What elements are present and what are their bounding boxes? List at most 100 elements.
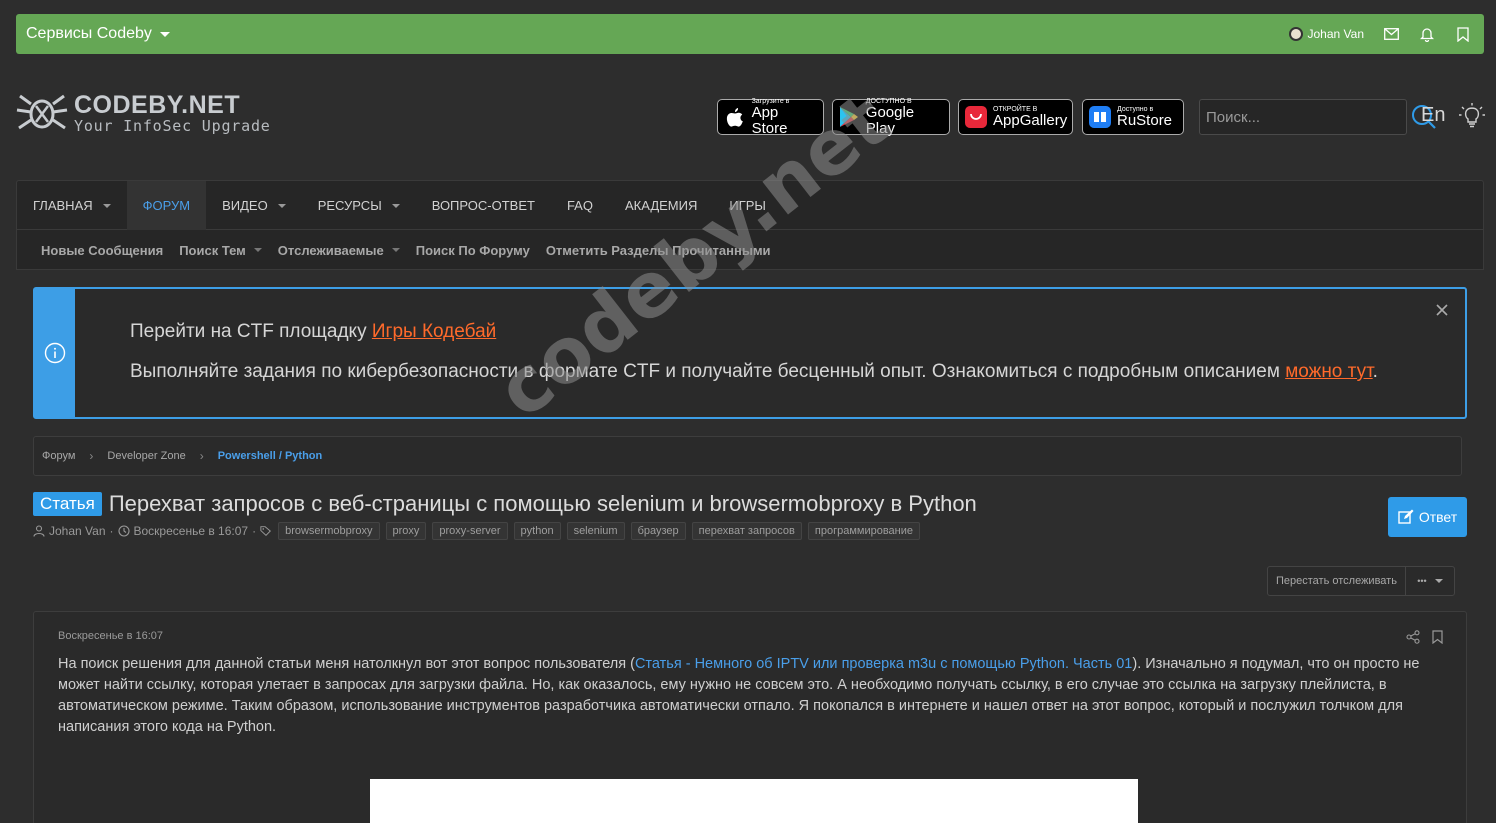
app-store-large: App Store — [751, 103, 788, 137]
appgallery-large: AppGallery — [993, 111, 1068, 129]
tab-home[interactable]: Главная — [17, 181, 127, 230]
tab-video[interactable]: Видео — [206, 181, 302, 230]
language-switch[interactable]: En — [1421, 104, 1445, 127]
quoted-article-link[interactable]: Статья - Немного об IPTV или проверка m3… — [635, 656, 1132, 672]
tab-label: Вопрос-ответ — [431, 198, 535, 213]
username: Johan Van — [1307, 27, 1365, 41]
post-text: На поиск решения для данной статьи меня … — [58, 656, 635, 672]
user-icon — [33, 525, 45, 537]
ctf-notice: Перейти на CTF площадку Игры Кодебай Вып… — [33, 287, 1467, 419]
tag[interactable]: proxy-server — [432, 522, 508, 540]
search-box — [1199, 99, 1436, 135]
sub-watched[interactable]: Отслеживаемые — [278, 243, 400, 258]
tag[interactable]: proxy — [385, 522, 427, 540]
user-menu[interactable]: Johan Van — [1288, 27, 1365, 41]
tab-label: Ресурсы — [317, 198, 382, 213]
clock-icon — [117, 525, 130, 537]
article-badge[interactable]: Статья — [33, 492, 102, 516]
services-title: Сервисы Codeby — [26, 25, 152, 42]
reply-button[interactable]: Ответ — [1388, 497, 1467, 537]
main-navigation: Главная Форум Видео Ресурсы Вопрос-ответ… — [16, 180, 1484, 270]
bell-icon[interactable] — [1418, 25, 1436, 43]
chevron-right-icon: › — [199, 449, 204, 463]
info-icon — [44, 342, 66, 364]
appgallery-badge[interactable]: ОТКРОЙТЕ В AppGallery — [958, 99, 1073, 135]
tab-forum[interactable]: Форум — [126, 181, 207, 230]
read-more-link[interactable]: можно тут — [1285, 361, 1372, 382]
post-date[interactable]: Воскресенье в 16:07 — [58, 630, 163, 642]
notice-text: Выполняйте задания по кибербезопасности … — [130, 361, 1286, 382]
thread-meta: Johan Van · Воскресенье в 16:07 · browse… — [33, 522, 920, 540]
tags-icon — [260, 525, 272, 537]
chevron-right-icon: › — [89, 449, 94, 463]
breadcrumb: Форум › Developer Zone › Powershell / Py… — [33, 436, 1462, 476]
search-input[interactable] — [1200, 108, 1411, 126]
thread-date[interactable]: Воскресенье в 16:07 — [134, 524, 249, 538]
notice-line-1: Перейти на CTF площадку Игры Кодебай — [130, 321, 1465, 343]
tag[interactable]: перехват запросов — [691, 522, 802, 540]
tag[interactable]: браузер — [630, 522, 686, 540]
services-bar: Сервисы Codeby Johan Van — [16, 14, 1484, 54]
bookmark-icon[interactable] — [1432, 630, 1448, 646]
tag[interactable]: программирование — [807, 522, 920, 540]
chevron-down-icon — [159, 31, 170, 37]
ctf-games-link[interactable]: Игры Кодебай — [372, 321, 496, 342]
sub-search-forum[interactable]: Поиск По Форуму — [416, 243, 530, 258]
sub-label: Отметить Разделы Прочитанными — [545, 242, 771, 258]
tab-label: Академия — [624, 198, 698, 213]
tab-label: Игры — [729, 198, 766, 213]
chevron-down-icon[interactable] — [391, 203, 400, 208]
reply-label: Ответ — [1418, 509, 1458, 525]
unwatch-button[interactable]: Перестать отслеживать — [1268, 567, 1406, 595]
breadcrumb-forum[interactable]: Форум — [42, 450, 75, 462]
meta-separator: · — [252, 524, 257, 538]
notice-text-end: . — [1372, 361, 1378, 382]
logo-spider-icon — [16, 94, 68, 130]
tab-academy[interactable]: Академия — [609, 181, 713, 230]
tab-games[interactable]: Игры — [713, 181, 782, 230]
post-image[interactable] — [370, 779, 1138, 823]
envelope-icon[interactable] — [1382, 25, 1400, 43]
appgallery-icon — [965, 106, 987, 128]
meta-separator: · — [109, 524, 114, 538]
breadcrumb-current[interactable]: Powershell / Python — [218, 450, 323, 462]
tab-resources[interactable]: Ресурсы — [302, 181, 416, 230]
tag[interactable]: browsermobproxy — [278, 522, 380, 540]
more-label: ••• — [1417, 576, 1427, 586]
chevron-down-icon[interactable] — [277, 203, 286, 208]
lightbulb-icon[interactable] — [1458, 102, 1486, 130]
sub-new-posts[interactable]: Новые Сообщения — [41, 243, 163, 258]
post-body: На поиск решения для данной статьи меня … — [58, 654, 1448, 738]
tab-qa[interactable]: Вопрос-ответ — [416, 181, 551, 230]
post: Воскресенье в 16:07 На поиск решения для… — [33, 611, 1467, 823]
thread-actions: Перестать отслеживать ••• — [1267, 566, 1455, 596]
sub-label: Отслеживаемые — [277, 242, 384, 258]
thread-header: Статья Перехват запросов с веб-страницы … — [33, 491, 977, 517]
rustore-badge[interactable]: Доступно в RuStore — [1082, 99, 1184, 135]
chevron-down-icon[interactable] — [253, 248, 262, 252]
sub-mark-read[interactable]: Отметить Разделы Прочитанными — [546, 243, 771, 258]
services-menu[interactable]: Сервисы Codeby — [26, 25, 170, 43]
breadcrumb-developer-zone[interactable]: Developer Zone — [107, 450, 185, 462]
app-store-badge[interactable]: Загрузите в App Store — [717, 98, 824, 137]
edit-icon — [1398, 509, 1414, 524]
bookmark-icon[interactable] — [1454, 25, 1472, 43]
tab-faq[interactable]: FAQ — [551, 181, 609, 230]
notice-text: Перейти на CTF площадку — [130, 321, 372, 342]
chevron-down-icon[interactable] — [391, 248, 400, 252]
tab-label: Главная — [33, 198, 93, 213]
tag[interactable]: selenium — [566, 522, 625, 540]
more-options-button[interactable]: ••• — [1406, 567, 1454, 595]
google-play-icon — [839, 106, 860, 128]
close-icon[interactable] — [1433, 301, 1451, 319]
google-play-badge[interactable]: ДОСТУПНО В Google Play — [832, 98, 950, 136]
thread-author[interactable]: Johan Van — [49, 524, 106, 538]
logo-tagline: Your InfoSec Upgrade — [74, 116, 271, 135]
site-logo[interactable]: CODEBY.NET Your InfoSec Upgrade — [16, 92, 271, 134]
chevron-down-icon — [1434, 579, 1443, 583]
tag[interactable]: python — [513, 522, 561, 540]
share-icon[interactable] — [1406, 630, 1422, 646]
tab-label: FAQ — [566, 198, 593, 213]
sub-find-threads[interactable]: Поиск Тем — [179, 243, 262, 258]
chevron-down-icon[interactable] — [102, 203, 111, 208]
